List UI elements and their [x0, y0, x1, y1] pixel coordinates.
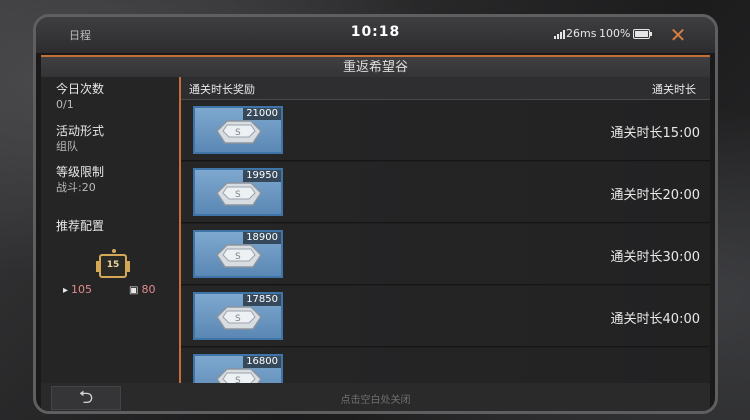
level-limit-label: 等级限制 — [56, 165, 105, 179]
svg-text:S: S — [235, 376, 241, 383]
device-frame: 日程 10:18 26ms 100% ✕ 重返希望谷 今日次数 0/1 活动形式… — [33, 14, 718, 414]
daily-count: 今日次数 0/1 — [56, 81, 104, 113]
clear-time: 通关时长40:00 — [610, 312, 700, 327]
battery-text: 100% — [599, 27, 631, 40]
silver-ingot-icon: S — [216, 182, 262, 206]
level-badge-icon: 15 — [96, 254, 130, 278]
mode-value: 组队 — [56, 140, 78, 153]
table-row: 17850 S 通关时长40:00 — [181, 286, 710, 347]
recommend: 推荐配置 — [56, 218, 104, 234]
daily-count-value: 0/1 — [56, 98, 74, 111]
mode-label: 活动形式 — [56, 124, 105, 138]
defense-value: 80 — [141, 283, 156, 296]
close-icon[interactable]: ✕ — [668, 25, 688, 45]
activity-mode: 活动形式 组队 — [56, 123, 104, 155]
status-bar: 日程 10:18 26ms 100% ✕ — [36, 17, 715, 53]
close-hint[interactable]: 点击空白处关闭 — [41, 391, 710, 406]
dialog-title: 重返希望谷 — [41, 55, 710, 79]
reward-item[interactable]: 17850 S — [193, 292, 283, 340]
table-header: 通关时长奖励 通关时长 — [181, 77, 710, 100]
badge-level: 15 — [106, 260, 120, 270]
table-row: 19950 S 通关时长20:00 — [181, 162, 710, 223]
signal-icon — [554, 30, 566, 39]
reward-item[interactable]: 18900 S — [193, 230, 283, 278]
badge-pin-icon — [112, 249, 116, 253]
silver-ingot-icon: S — [216, 120, 262, 144]
ping-text: 26ms — [566, 27, 597, 40]
reward-item[interactable]: 16800 S — [193, 354, 283, 383]
svg-text:S: S — [235, 252, 241, 262]
reward-header: 通关时长奖励 — [189, 83, 255, 96]
table-row: 16800 S — [181, 348, 710, 383]
reward-item[interactable]: 21000 S — [193, 106, 283, 154]
info-panel: 今日次数 0/1 活动形式 组队 等级限制 战斗:20 推荐配置 15 ▸ 105… — [41, 77, 181, 383]
reward-table: 通关时长奖励 通关时长 21000 S 通关时长15:00 19950 S 通关… — [181, 77, 710, 383]
clear-time: 通关时长15:00 — [610, 126, 700, 141]
defense-stat: ▣ 80 — [129, 283, 155, 296]
level-limit: 等级限制 战斗:20 — [56, 164, 104, 196]
table-row: 18900 S 通关时长30:00 — [181, 224, 710, 285]
bottom-bar: ⮌ 点击空白处关闭 — [41, 383, 710, 411]
daily-count-label: 今日次数 — [56, 82, 105, 96]
clear-time: 通关时长30:00 — [610, 250, 700, 265]
svg-text:S: S — [235, 314, 241, 324]
time-header: 通关时长 — [652, 83, 696, 96]
silver-ingot-icon: S — [216, 244, 262, 268]
clear-time: 通关时长20:00 — [610, 188, 700, 203]
silver-ingot-icon: S — [216, 368, 262, 383]
recommend-label: 推荐配置 — [56, 219, 105, 233]
battery-icon — [633, 29, 652, 39]
armor-icon: ▣ — [129, 285, 139, 296]
silver-ingot-icon: S — [216, 306, 262, 330]
reward-item[interactable]: 19950 S — [193, 168, 283, 216]
level-limit-value: 战斗:20 — [56, 181, 96, 194]
svg-text:S: S — [235, 128, 241, 138]
svg-text:S: S — [235, 190, 241, 200]
table-row: 21000 S 通关时长15:00 — [181, 100, 710, 161]
attack-stat: ▸ 105 — [63, 283, 92, 296]
attack-value: 105 — [71, 283, 93, 296]
gun-icon: ▸ — [63, 285, 69, 296]
